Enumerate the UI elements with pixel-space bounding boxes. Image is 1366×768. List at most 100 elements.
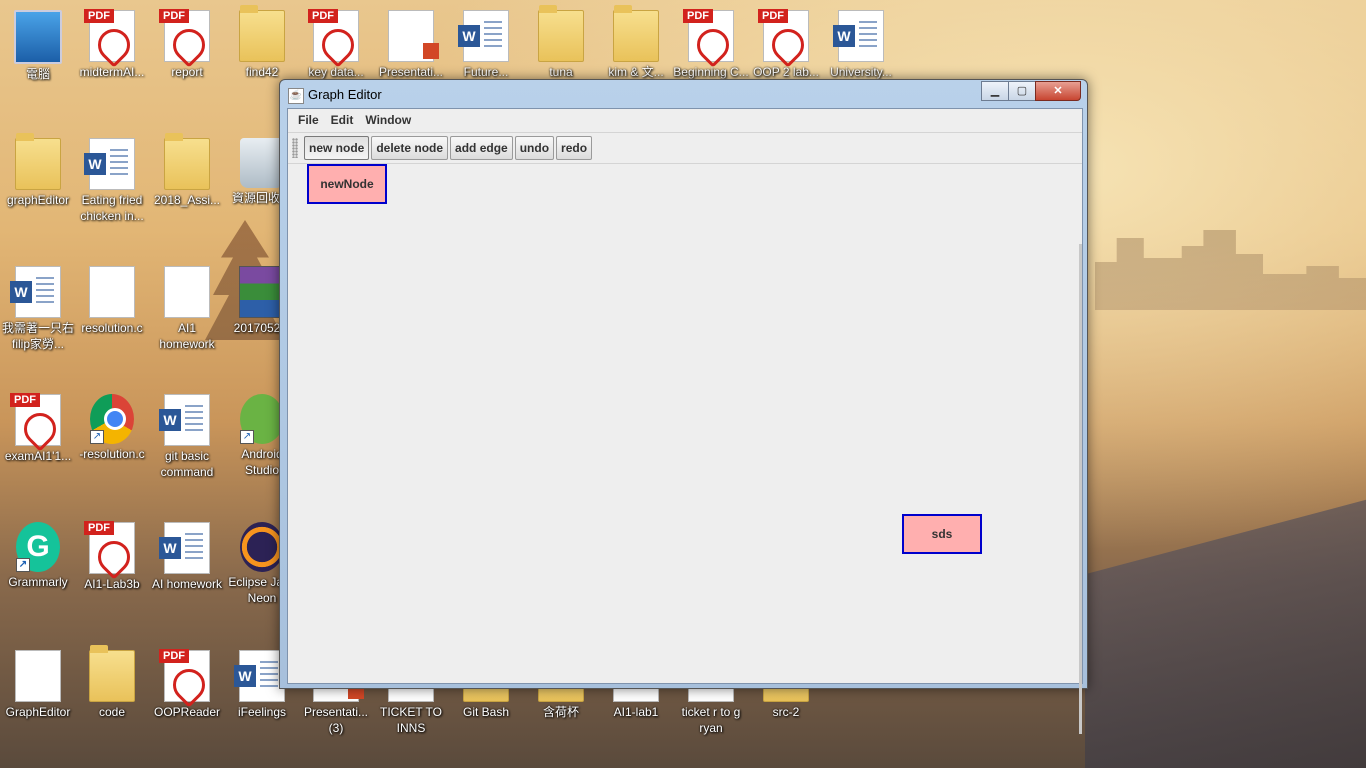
desktop-icon-label: AI1-lab1 xyxy=(613,705,659,719)
background-bridge xyxy=(1085,499,1366,768)
graph-node[interactable]: newNode xyxy=(307,164,387,204)
desktop-icon-label: -resolution.c xyxy=(79,447,145,461)
word-icon: W xyxy=(84,138,135,190)
blank-file-icon xyxy=(89,266,135,318)
redo-button[interactable]: redo xyxy=(556,136,593,160)
desktop-icon-label: Future... xyxy=(463,65,509,79)
desktop-icon-file[interactable]: PDF midtermAI... xyxy=(74,9,150,80)
folder-icon xyxy=(164,133,210,190)
blank-file-icon xyxy=(164,266,210,318)
pdf-icon: PDF xyxy=(84,9,137,68)
desktop-icon-label: find42 xyxy=(245,65,279,79)
pdf-icon: PDF xyxy=(10,393,63,452)
eclipse-icon xyxy=(240,522,284,572)
desktop-icon-file[interactable]: PDF Beginning C... xyxy=(673,9,749,80)
pdf-icon: PDF xyxy=(308,9,361,68)
desktop-icon-label: 2018_Assi... xyxy=(153,193,221,207)
java-icon: ☕ xyxy=(288,88,304,104)
close-button[interactable]: ✕ xyxy=(1035,81,1081,101)
pdf-icon: PDF xyxy=(159,9,212,68)
graph-canvas[interactable]: newNode sds xyxy=(288,164,1082,734)
desktop-icon-file[interactable]: PDF OOPReader xyxy=(149,649,225,720)
desktop-icon-label: 含荷杯 xyxy=(542,705,579,719)
word-icon: W xyxy=(10,266,61,318)
desktop-icon-computer[interactable]: 電腦 xyxy=(0,10,76,82)
desktop-icon-label: TICKET TO INNS xyxy=(379,705,442,735)
desktop-icon-shortcut[interactable]: ↗ -resolution.c xyxy=(74,394,150,462)
graph-node[interactable]: sds xyxy=(902,514,982,554)
add-edge-button[interactable]: add edge xyxy=(450,136,513,160)
pdf-icon: PDF xyxy=(683,9,736,68)
desktop-icon-label: Presentati... xyxy=(378,65,444,79)
blank-file-icon xyxy=(15,650,61,702)
delete-node-button[interactable]: delete node xyxy=(371,136,449,160)
maximize-button[interactable]: ▢ xyxy=(1008,81,1036,101)
computer-icon xyxy=(14,10,62,64)
folder-icon xyxy=(538,5,584,62)
desktop-icon-label: Eating fried chicken in... xyxy=(80,193,144,223)
desktop-icon-label: AI1 homework xyxy=(159,321,215,351)
title-bar[interactable]: ☕ Graph Editor ▁ ▢ ✕ xyxy=(280,80,1087,108)
desktop-icon-file[interactable]: W University... xyxy=(823,10,899,80)
folder-icon xyxy=(239,5,285,62)
desktop-icon-label: GraphEditor xyxy=(5,705,71,719)
word-icon: W xyxy=(458,10,509,62)
desktop-icon-label: AI homework xyxy=(151,577,223,591)
desktop-icon-label: resolution.c xyxy=(81,321,143,335)
folder-icon xyxy=(15,133,61,190)
desktop-icon-file[interactable]: PDF OOP 2 lab... xyxy=(748,9,824,80)
desktop-icon-label: ticket r to g ryan xyxy=(681,705,741,735)
desktop-icon-file[interactable]: Presentati... xyxy=(373,10,449,80)
desktop-icon-file[interactable]: W AI homework xyxy=(149,522,225,592)
desktop-icon-label: 我需著一只右filip家勞... xyxy=(1,321,74,351)
toolbar-grip-handle[interactable] xyxy=(292,138,298,158)
desktop-icon-file[interactable]: resolution.c xyxy=(74,266,150,336)
grammarly-icon: G ↗ xyxy=(16,522,60,572)
desktop-icon-label: git basic command xyxy=(160,449,214,479)
desktop-icon-folder[interactable]: graphEditor xyxy=(0,133,76,208)
minimize-button[interactable]: ▁ xyxy=(981,81,1009,101)
desktop-icon-label: graphEditor xyxy=(6,193,70,207)
window-client-area: File Edit Window new node delete node ad… xyxy=(287,108,1083,734)
word-icon: W xyxy=(159,394,210,446)
desktop-icon-label: kim & 文... xyxy=(608,65,664,79)
desktop-icon-label: src-2 xyxy=(772,705,800,719)
desktop-icon-file[interactable]: PDF report xyxy=(149,9,225,80)
desktop-icon-folder[interactable]: code xyxy=(74,645,150,720)
window-edge-shadow xyxy=(1079,244,1082,734)
pdf-icon: PDF xyxy=(159,649,212,708)
desktop-icon-file[interactable]: GraphEditor xyxy=(0,650,76,720)
desktop-icon-file[interactable]: AI1 homework xyxy=(149,266,225,352)
desktop-icon-folder[interactable]: find42 xyxy=(224,5,300,80)
folder-icon xyxy=(613,5,659,62)
window-controls: ▁ ▢ ✕ xyxy=(981,81,1081,101)
toolbar: new node delete node add edge undo redo xyxy=(288,132,1082,164)
desktop-icon-file[interactable]: W Eating fried chicken in... xyxy=(74,138,150,224)
desktop-icon-shortcut[interactable]: G ↗ Grammarly xyxy=(0,522,76,590)
desktop-icon-folder[interactable]: kim & 文... xyxy=(598,5,674,80)
new-node-button[interactable]: new node xyxy=(304,136,370,160)
word-icon: W xyxy=(833,10,884,62)
chrome-icon: ↗ xyxy=(90,394,134,444)
desktop-icon-file[interactable]: PDF key data... xyxy=(298,9,374,80)
menu-edit[interactable]: Edit xyxy=(325,109,360,132)
desktop-icon-label: Presentati... (3) xyxy=(303,705,369,735)
shortcut-arrow-icon: ↗ xyxy=(240,430,254,444)
desktop-icon-folder[interactable]: tuna xyxy=(523,5,599,80)
folder-icon xyxy=(89,645,135,702)
word-icon: W xyxy=(159,522,210,574)
menu-bar: File Edit Window xyxy=(288,109,1082,132)
desktop-icon-file[interactable]: W 我需著一只右filip家勞... xyxy=(0,266,76,352)
desktop-icon-file[interactable]: W Future... xyxy=(448,10,524,80)
android-studio-icon: ↗ xyxy=(240,394,284,444)
desktop-icon-file[interactable]: PDF examAI1'1... xyxy=(0,393,76,464)
desktop-icon-folder[interactable]: 2018_Assi... xyxy=(149,133,225,208)
graph-editor-window[interactable]: ☕ Graph Editor ▁ ▢ ✕ File Edit Window ne… xyxy=(279,79,1088,734)
menu-file[interactable]: File xyxy=(292,109,325,132)
menu-window[interactable]: Window xyxy=(359,109,417,132)
desktop-icon-label: Git Bash xyxy=(462,705,510,719)
desktop-icon-file[interactable]: PDF AI1-Lab3b xyxy=(74,521,150,592)
desktop-icon-file[interactable]: W git basic command xyxy=(149,394,225,480)
background-skyline xyxy=(1095,230,1366,310)
undo-button[interactable]: undo xyxy=(514,136,555,160)
